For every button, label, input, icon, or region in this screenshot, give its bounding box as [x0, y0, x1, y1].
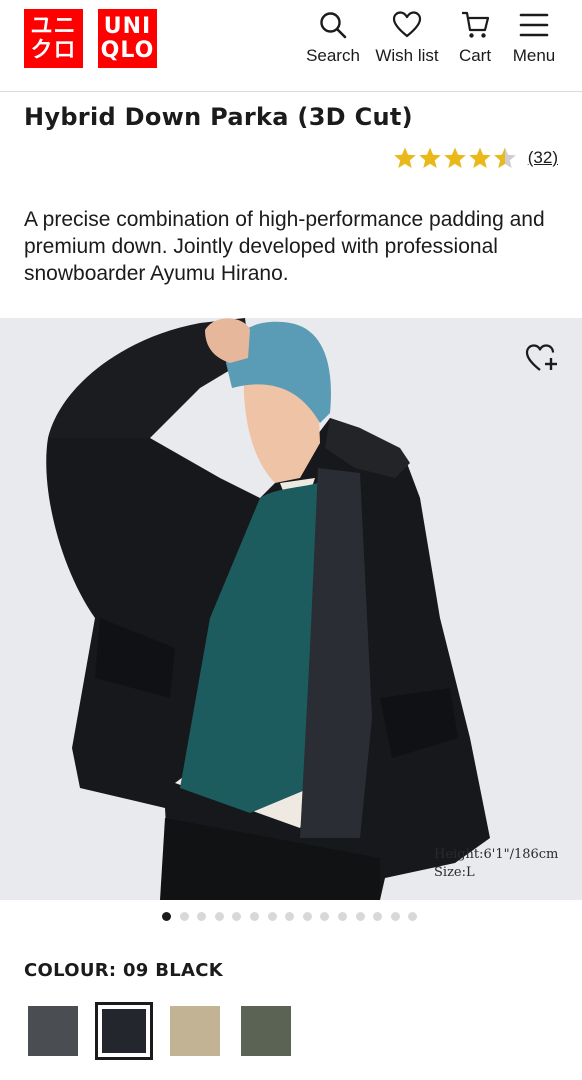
- colour-swatch-gray[interactable]: [24, 1002, 82, 1060]
- carousel-dot[interactable]: [302, 912, 312, 921]
- star-icon: [393, 147, 416, 168]
- review-count-link[interactable]: (32): [528, 148, 558, 168]
- search-button[interactable]: Search: [297, 10, 369, 66]
- logo-katakana-top: ユニ: [30, 13, 77, 39]
- colour-swatch-olive[interactable]: [237, 1002, 295, 1060]
- carousel-dot[interactable]: [408, 912, 418, 921]
- product-description: A precise combination of high-performanc…: [24, 208, 545, 285]
- menu-button[interactable]: Menu: [498, 10, 570, 66]
- carousel-dot[interactable]: [232, 912, 242, 921]
- menu-label: Menu: [512, 46, 556, 65]
- half-star-icon: [493, 147, 516, 168]
- heart-icon: [392, 11, 422, 38]
- cart-icon: [462, 11, 490, 38]
- model-info: Height:6'1"/186cm Size:L: [434, 846, 558, 882]
- logo-katakana-bottom: クロ: [30, 37, 77, 63]
- colour-swatch-black[interactable]: [95, 1002, 153, 1060]
- uniqlo-logo-latin[interactable]: UNI QLO: [98, 9, 157, 68]
- wish-list-button[interactable]: Wish list: [371, 10, 443, 66]
- uniqlo-logo-katakana[interactable]: ユニ クロ: [24, 9, 83, 68]
- product-title: Hybrid Down Parka (3D Cut): [24, 103, 413, 131]
- carousel-dot[interactable]: [390, 912, 400, 921]
- carousel-dot[interactable]: [320, 912, 330, 921]
- star-icon: [468, 147, 491, 168]
- colour-chip: [241, 1006, 291, 1056]
- carousel-dot[interactable]: [373, 912, 383, 921]
- carousel-dot[interactable]: [162, 912, 171, 921]
- carousel-dot[interactable]: [285, 912, 295, 921]
- logo-latin-bottom: QLO: [100, 37, 155, 63]
- colour-chip: [28, 1006, 78, 1056]
- search-icon: [320, 12, 347, 39]
- model-size: Size:L: [434, 865, 475, 880]
- model-height: Height:6'1"/186cm: [434, 847, 559, 862]
- carousel-dot[interactable]: [214, 912, 224, 921]
- search-label: Search: [306, 46, 360, 65]
- wish-list-label: Wish list: [375, 46, 439, 65]
- colour-chip: [170, 1006, 220, 1056]
- rating-stars: [393, 146, 518, 170]
- carousel-dot[interactable]: [337, 912, 347, 921]
- hamburger-icon: [519, 13, 549, 37]
- colour-swatch-beige[interactable]: [166, 1002, 224, 1060]
- carousel-dot[interactable]: [267, 912, 277, 921]
- carousel-dot[interactable]: [355, 912, 365, 921]
- colour-chip: [102, 1009, 146, 1053]
- logo-latin-top: UNI: [103, 13, 152, 39]
- colour-swatches: [24, 1002, 308, 1060]
- site-header: ユニ クロ UNI QLO Search Wish list Cart Menu: [0, 0, 582, 92]
- carousel-dot[interactable]: [249, 912, 259, 921]
- product-photo: [0, 318, 582, 900]
- carousel-dot[interactable]: [197, 912, 207, 921]
- cart-label: Cart: [458, 46, 492, 65]
- star-icon: [418, 147, 441, 168]
- colour-label: COLOUR: 09 BLACK: [24, 960, 223, 981]
- product-rating[interactable]: (32): [393, 146, 558, 170]
- carousel-dot[interactable]: [179, 912, 189, 921]
- star-icon: [443, 147, 466, 168]
- product-image[interactable]: Height:6'1"/186cm Size:L: [0, 318, 582, 900]
- add-to-wishlist-icon[interactable]: [524, 340, 560, 376]
- image-carousel-dots: [162, 912, 426, 921]
